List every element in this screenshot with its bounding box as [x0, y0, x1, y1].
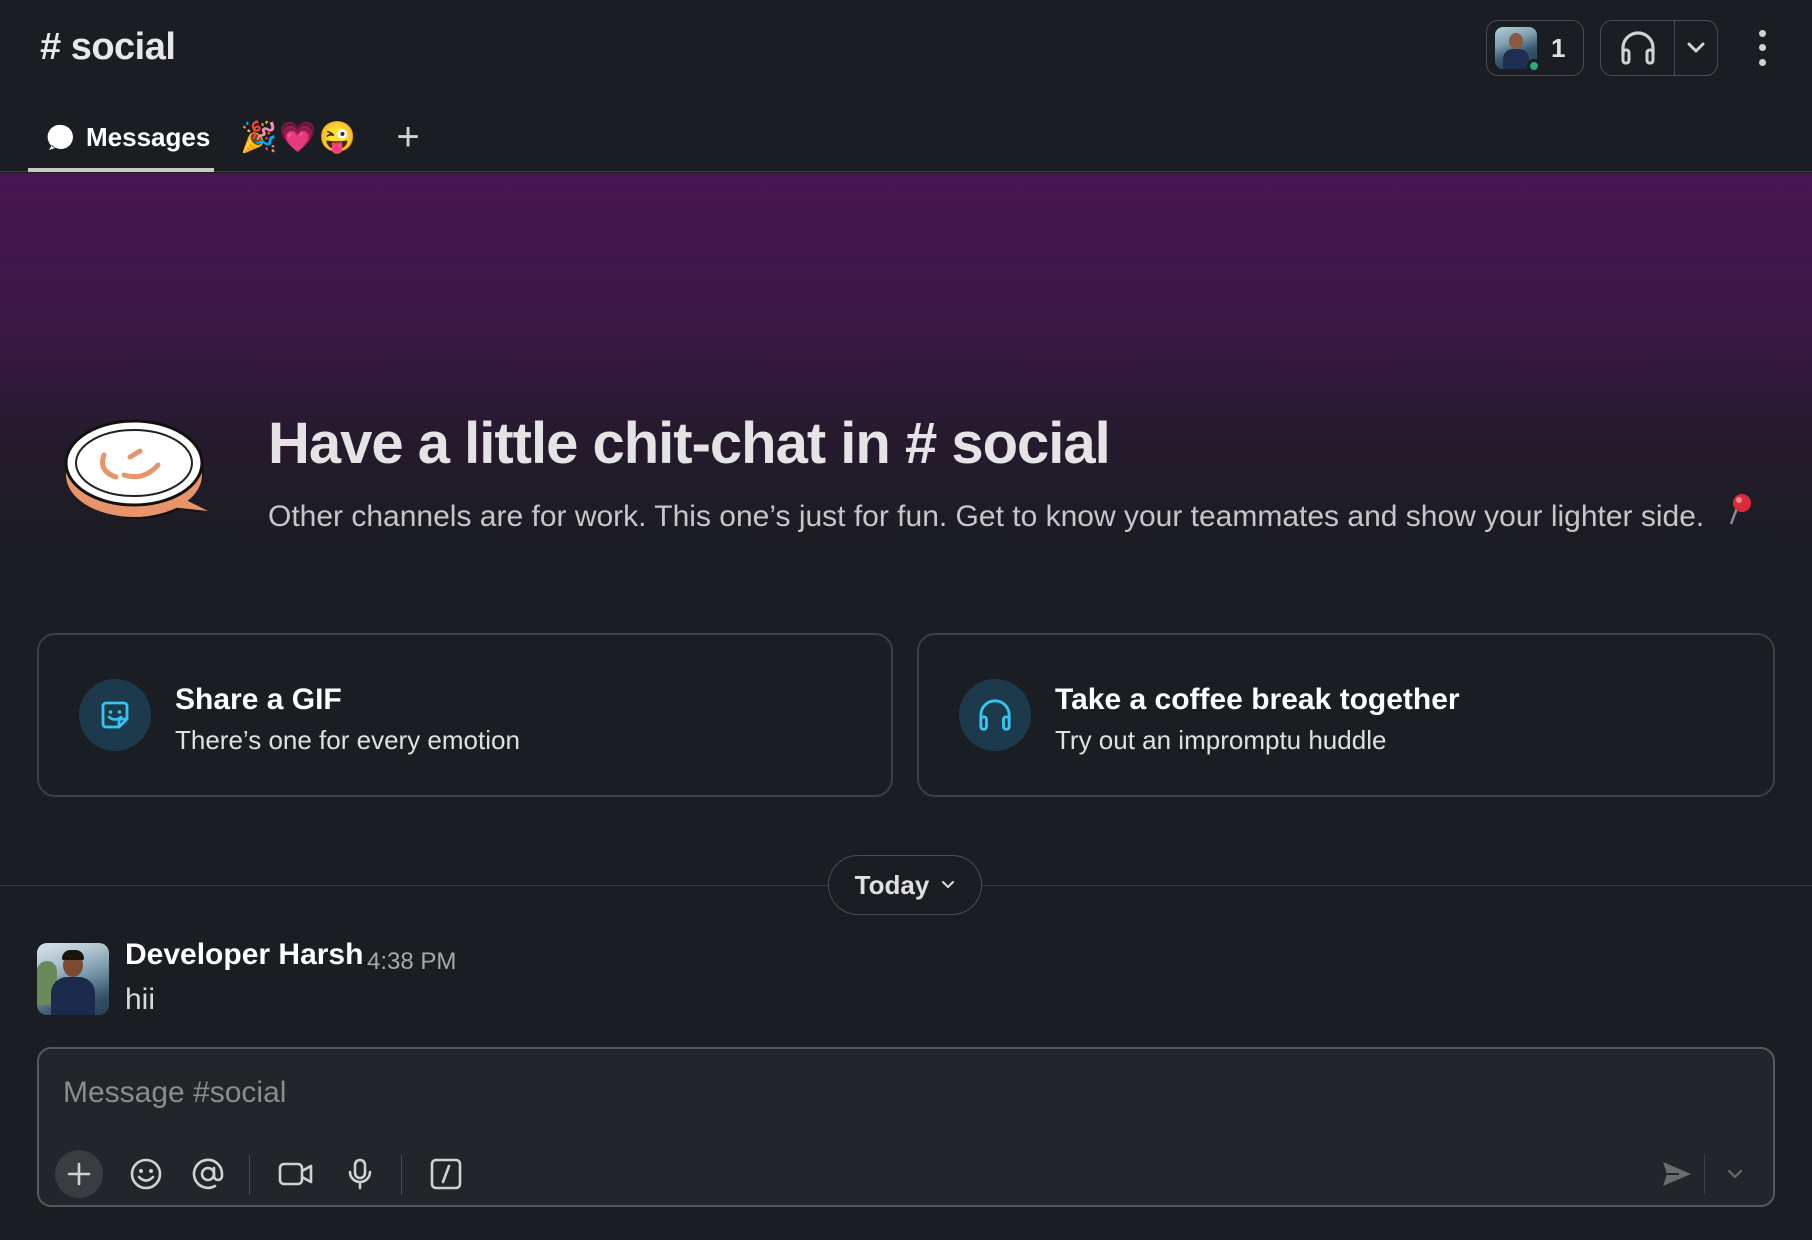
huddle-button-group: [1600, 20, 1718, 76]
video-clip-button[interactable]: [271, 1151, 321, 1197]
card-title: Share a GIF: [175, 683, 342, 716]
toolbar-divider: [249, 1155, 250, 1195]
mention-button[interactable]: [185, 1151, 231, 1197]
toolbar-divider: [1704, 1155, 1705, 1195]
card-title: Take a coffee break together: [1055, 683, 1460, 716]
video-camera-icon: [278, 1162, 313, 1186]
message-text: hii: [125, 983, 156, 1016]
share-gif-card[interactable]: Share a GIF There’s one for every emotio…: [37, 633, 893, 797]
banner-subtitle-text: Other channels are for work. This one’s …: [268, 500, 1705, 533]
date-jump-button[interactable]: Today: [828, 855, 982, 915]
attach-button[interactable]: [55, 1150, 103, 1198]
at-sign-icon: [192, 1158, 224, 1190]
emoji-button[interactable]: [123, 1151, 169, 1197]
message-timestamp[interactable]: 4:38 PM: [367, 948, 456, 976]
send-icon: [1663, 1162, 1691, 1186]
tab-messages[interactable]: Messages: [28, 110, 214, 172]
send-button[interactable]: [1655, 1151, 1699, 1197]
chevron-down-icon: [1687, 42, 1705, 53]
card-icon-circle: [959, 679, 1031, 751]
smiley-icon: [130, 1158, 162, 1190]
message-input[interactable]: [63, 1071, 1363, 1115]
headphones-icon: [979, 699, 1011, 731]
card-icon-circle: [79, 679, 151, 751]
channel-header: # social 1 Messages 🎉💗😜 +: [0, 0, 1812, 172]
chevron-down-icon: [1727, 1169, 1743, 1179]
audio-clip-button[interactable]: [337, 1151, 383, 1197]
shortcuts-button[interactable]: [423, 1151, 469, 1197]
channel-tabs: Messages 🎉💗😜 +: [28, 110, 436, 172]
add-tab-button[interactable]: +: [380, 106, 436, 168]
tab-emoji-bookmark[interactable]: 🎉💗😜: [214, 108, 380, 170]
message-author[interactable]: Developer Harsh: [125, 938, 363, 972]
microphone-icon: [348, 1158, 372, 1190]
send-options-button[interactable]: [1715, 1151, 1755, 1197]
chevron-down-icon: [942, 880, 955, 889]
tab-messages-label: Messages: [86, 121, 211, 152]
banner-subtitle: Other channels are for work. This one’s …: [268, 492, 1753, 534]
member-count: 1: [1551, 32, 1566, 63]
banner-title: Have a little chit-chat in # social: [268, 411, 1111, 476]
channel-title[interactable]: # social: [40, 26, 176, 69]
card-subtitle: There’s one for every emotion: [175, 725, 520, 755]
message-composer: [37, 1047, 1775, 1207]
gif-sticker-icon: [101, 701, 129, 729]
message-bubble-icon: [47, 124, 73, 150]
toolbar-divider: [401, 1155, 402, 1195]
presence-indicator: [1527, 59, 1541, 73]
headphones-icon: [1620, 31, 1655, 65]
chat-bubble-illustration: [64, 419, 208, 519]
member-avatar: [1495, 27, 1541, 73]
huddle-options-button[interactable]: [1675, 21, 1717, 75]
card-subtitle: Try out an impromptu huddle: [1055, 725, 1387, 755]
slash-command-icon: [430, 1158, 462, 1190]
more-options-icon[interactable]: [1748, 26, 1776, 70]
plus-icon: [67, 1162, 91, 1186]
avatar[interactable]: [37, 943, 109, 1015]
huddle-button[interactable]: [1601, 21, 1675, 75]
date-label: Today: [854, 869, 930, 900]
members-button[interactable]: 1: [1486, 20, 1584, 76]
coffee-break-card[interactable]: Take a coffee break together Try out an …: [917, 633, 1775, 797]
pushpin-icon: [1729, 494, 1751, 525]
